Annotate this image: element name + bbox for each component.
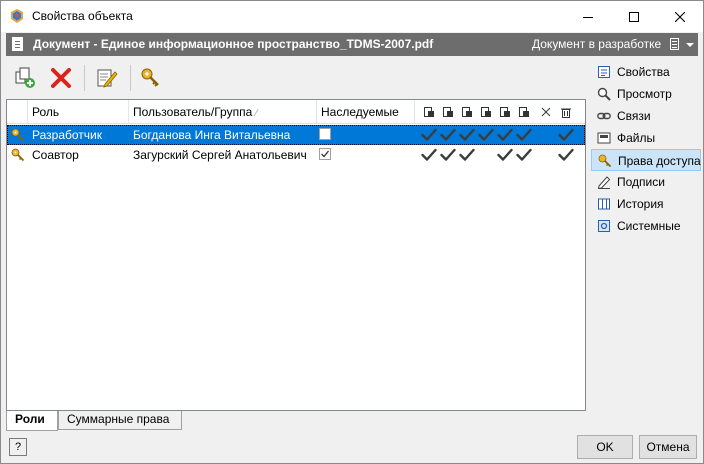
system-icon [598,220,610,232]
delete-icon [51,68,71,88]
sidebar-item-label: Файлы [617,131,656,145]
permission-check-icon[interactable] [558,128,574,142]
magnifier-icon [597,87,611,101]
minimize-button[interactable] [565,1,611,32]
cell-user: Богданова Инга Витальевна [133,128,291,142]
toolbar [6,61,586,97]
role-key-icon [11,128,25,142]
sidebar-item-label: Права доступа [618,154,701,168]
minimize-icon [583,16,593,18]
permission-check-icon[interactable] [459,148,475,162]
app-logo-icon [11,9,23,23]
permission-check-icon[interactable] [478,128,494,142]
add-role-button[interactable] [10,63,40,93]
sidebar-item[interactable]: Свойства [591,61,701,83]
signature-icon [597,176,611,189]
document-title: Документ - Единое информационное простра… [33,37,434,51]
sort-icon: ∕ [255,108,258,119]
maximize-icon [629,11,639,22]
perm-delete-icon[interactable] [461,106,473,118]
sidebar-item[interactable]: Файлы [591,127,701,149]
help-button[interactable]: ? [9,438,27,456]
header-inherited[interactable]: Наследуемые [317,100,415,124]
sidebar-item[interactable]: История [591,193,701,215]
permission-check-icon[interactable] [459,128,475,142]
maximize-button[interactable] [611,1,657,32]
permission-check-icon[interactable] [558,148,574,162]
close-icon [675,11,685,22]
cell-role: Соавтор [32,148,79,162]
table-row[interactable]: Соавтор Загурский Сергей Анатольевич [7,145,585,165]
title-bar: Свойства объекта [1,1,703,32]
document-icon [12,37,23,51]
perm-trash-icon[interactable] [560,106,572,118]
permission-check-icon[interactable] [516,148,532,162]
delete-button[interactable] [46,63,76,93]
sidebar-item-label: История [617,197,664,211]
header-user[interactable]: Пользователь/Группа ∕ [129,100,317,124]
header-user-label: Пользователь/Группа [133,105,253,119]
dialog-window: Свойства объекта Документ - Единое инфор… [0,0,704,464]
properties-icon [598,66,610,78]
perm-write-icon[interactable] [442,106,454,118]
edit-button[interactable] [92,63,122,93]
access-key-button[interactable] [136,63,166,93]
sidebar-item-label: Системные [617,219,681,233]
toolbar-separator [84,65,85,91]
close-button[interactable] [657,1,703,32]
perm-sign-icon[interactable] [499,106,511,118]
check-mark-icon [321,150,330,158]
files-icon [597,132,611,144]
inherited-checkbox[interactable] [319,128,331,140]
sidebar-item[interactable]: Подписи [591,171,701,193]
sidebar: Свойства Просмотр Связи Файлы Права доступа П… [591,61,701,441]
header-role[interactable]: Роль [28,100,129,124]
permission-check-icon[interactable] [497,128,513,142]
window-title: Свойства объекта [32,9,133,23]
sidebar-item-label: Свойства [617,65,670,79]
perm-cut-icon[interactable] [540,106,552,118]
permission-check-icon[interactable] [421,128,437,142]
table-row[interactable]: Разработчик Богданова Инга Витальевна [7,125,585,145]
toolbar-separator [130,65,131,91]
document-header: Документ - Единое информационное простра… [6,33,698,56]
cell-user: Загурский Сергей Анатольевич [133,148,307,162]
tab-roles[interactable]: Роли [6,411,58,431]
perm-version-icon[interactable] [518,106,530,118]
perm-read-icon[interactable] [423,106,435,118]
tab-summary-rights[interactable]: Суммарные права [58,411,182,430]
permission-check-icon[interactable] [440,148,456,162]
table-header: Роль Пользователь/Группа ∕ Наследуемые [7,100,585,124]
key-icon [141,68,159,87]
permission-check-icon[interactable] [421,148,437,162]
status-dropdown-icon[interactable] [686,43,694,47]
cancel-button[interactable]: Отмена [639,435,697,459]
sidebar-item[interactable]: Связи [591,105,701,127]
permission-check-icon[interactable] [516,128,532,142]
sidebar-item-label: Просмотр [617,87,672,101]
status-document-icon[interactable] [670,38,679,50]
perm-edit-attr-icon[interactable] [480,106,492,118]
header-icon-column [7,100,28,124]
history-icon [598,198,610,210]
document-status[interactable]: Документ в разработке [532,37,661,51]
inherited-checkbox[interactable] [319,148,331,160]
role-key-icon [11,148,25,162]
ok-button[interactable]: OK [577,435,633,459]
access-key-icon [598,154,612,168]
sidebar-item-label: Связи [617,109,651,123]
permission-check-icon[interactable] [497,148,513,162]
sidebar-item-label: Подписи [617,175,665,189]
sidebar-item[interactable]: Просмотр [591,83,701,105]
sidebar-item[interactable]: Права доступа [591,149,701,171]
edit-icon [97,69,118,88]
links-icon [597,112,611,120]
cell-role: Разработчик [32,128,102,142]
sidebar-item[interactable]: Системные [591,215,701,237]
permission-check-icon[interactable] [440,128,456,142]
roles-table: Роль Пользователь/Группа ∕ Наследуемые Р… [6,99,586,411]
add-role-icon [15,67,35,88]
